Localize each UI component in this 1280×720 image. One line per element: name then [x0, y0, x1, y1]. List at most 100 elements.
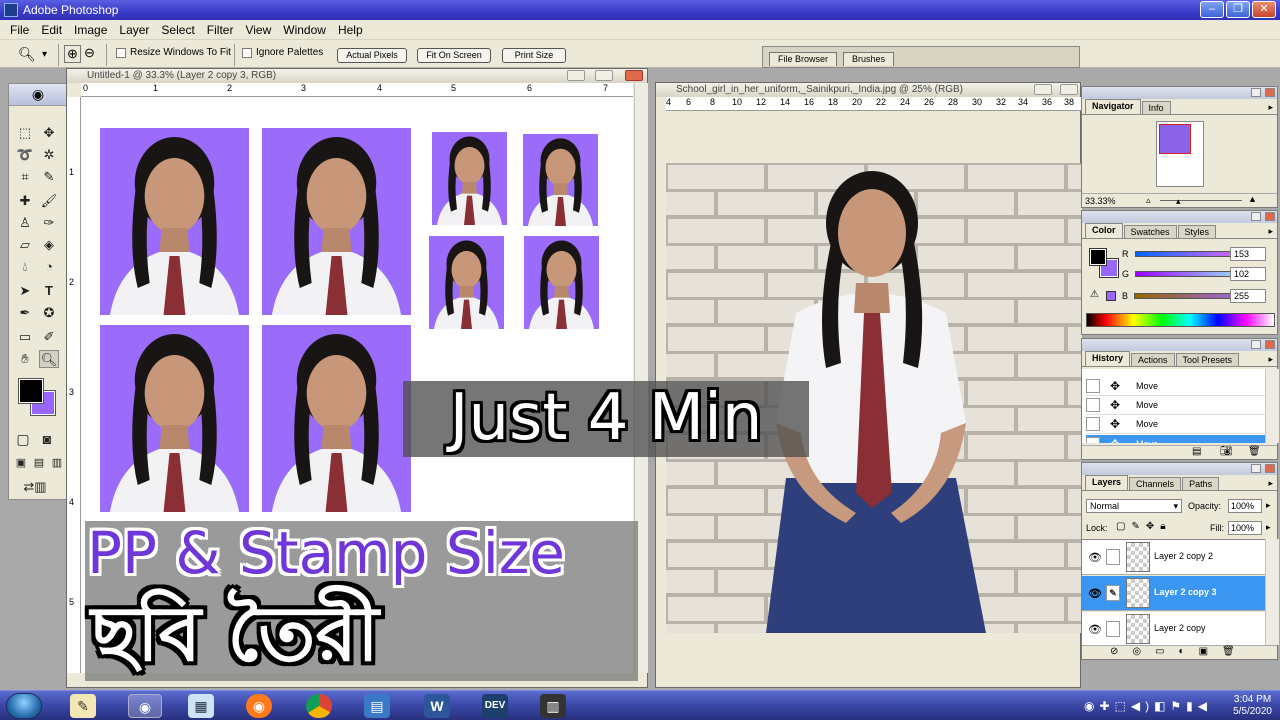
move-icon[interactable]: ✥: [39, 124, 59, 142]
menu-filter[interactable]: Filter: [201, 23, 240, 37]
eyedropper-icon[interactable]: ✐: [39, 328, 59, 346]
new-snapshot-icon[interactable]: 📷︎: [1220, 446, 1233, 457]
blur-icon[interactable]: 💧︎: [15, 258, 35, 276]
control-panel-icon[interactable]: ▤: [364, 694, 390, 718]
file-browser-tab[interactable]: File Browser: [769, 52, 838, 66]
screen-mode-standard-icon[interactable]: ▣: [11, 454, 31, 472]
doc1-maximize-button[interactable]: [595, 70, 613, 81]
history-item[interactable]: ✥ Move: [1086, 377, 1265, 396]
color-foreground-swatch[interactable]: [1089, 248, 1107, 266]
panel-menu-icon[interactable]: ▸: [1268, 478, 1273, 489]
eye-icon[interactable]: 👁︎: [1088, 551, 1102, 564]
doc1-minimize-button[interactable]: [567, 70, 585, 81]
tab-history[interactable]: History: [1085, 351, 1131, 366]
history-item[interactable]: ✥ Move: [1086, 415, 1265, 434]
web-safe-swatch[interactable]: [1106, 291, 1116, 301]
opacity-input[interactable]: 100%: [1228, 499, 1262, 513]
layer-row[interactable]: 👁︎ Layer 2 copy 2: [1082, 540, 1265, 575]
navigator-zoom-slider[interactable]: [1160, 200, 1242, 201]
panel-minimize-button[interactable]: [1251, 464, 1261, 473]
lasso-icon[interactable]: ➰: [15, 146, 35, 164]
system-tray-icons[interactable]: ◉✚⬚◀)◧⚑▮◀: [1084, 699, 1212, 713]
tab-layers[interactable]: Layers: [1085, 475, 1129, 490]
tab-swatches[interactable]: Swatches: [1123, 225, 1177, 238]
value-b[interactable]: 255: [1230, 289, 1266, 303]
gamut-warning-icon[interactable]: ⚠: [1090, 289, 1099, 300]
clock[interactable]: 3:04 PM 5/5/2020: [1233, 694, 1272, 718]
history-brush-icon[interactable]: ✑: [39, 214, 59, 232]
panel-menu-icon[interactable]: ▸: [1268, 102, 1273, 113]
brushes-tab[interactable]: Brushes: [843, 52, 895, 66]
history-item[interactable]: ✥ Move: [1086, 396, 1265, 415]
magic-wand-icon[interactable]: ✲: [39, 146, 59, 164]
new-document-from-state-icon[interactable]: ▤: [1192, 446, 1201, 457]
color-spectrum-ramp[interactable]: [1086, 313, 1275, 327]
value-r[interactable]: 153: [1230, 247, 1266, 261]
calculator-icon[interactable]: ▦: [188, 694, 214, 718]
doc1-close-button[interactable]: [625, 70, 643, 81]
menu-select[interactable]: Select: [155, 23, 200, 37]
zoom-out-icon[interactable]: ⊖: [84, 45, 95, 61]
jump-to-imageready-icon[interactable]: ⇄▥: [15, 478, 55, 496]
tab-paths[interactable]: Paths: [1182, 477, 1220, 490]
navigator-zoom-slider-thumb-icon[interactable]: ▴: [1176, 196, 1181, 207]
lock-icons[interactable]: ▢✎✥🔒︎: [1116, 521, 1172, 532]
panel-minimize-button[interactable]: [1251, 340, 1261, 349]
devcpp-icon[interactable]: DEV: [482, 694, 508, 718]
menu-help[interactable]: Help: [332, 23, 369, 37]
actual-pixels-button[interactable]: Actual Pixels: [337, 48, 407, 63]
tab-tool-presets[interactable]: Tool Presets: [1175, 353, 1240, 366]
layers-scrollbar[interactable]: [1265, 539, 1279, 645]
tab-navigator[interactable]: Navigator: [1085, 99, 1141, 114]
panel-close-button[interactable]: [1265, 340, 1275, 349]
notepad-icon[interactable]: ✎: [70, 694, 96, 718]
link-toggle[interactable]: [1106, 621, 1120, 637]
zoom-in-small-icon[interactable]: ▲: [1248, 194, 1257, 204]
menu-window[interactable]: Window: [277, 23, 332, 37]
menu-edit[interactable]: Edit: [35, 23, 68, 37]
maximize-button[interactable]: ❐: [1226, 1, 1250, 18]
shape-icon[interactable]: ✪: [39, 304, 59, 322]
menu-layer[interactable]: Layer: [113, 23, 155, 37]
quick-mask-icon[interactable]: ◙: [37, 430, 57, 448]
close-button[interactable]: ✕: [1252, 1, 1276, 18]
eraser-icon[interactable]: ▱: [15, 236, 35, 254]
brush-icon[interactable]: ✎: [1106, 585, 1120, 601]
tab-color[interactable]: Color: [1085, 223, 1123, 238]
ignore-palettes-checkbox[interactable]: Ignore Palettes: [242, 47, 323, 58]
layer-row-selected[interactable]: 👁︎ ✎ Layer 2 copy 3: [1082, 576, 1265, 611]
doc2-maximize-button[interactable]: [1060, 84, 1078, 95]
standard-mode-icon[interactable]: ▢: [13, 430, 33, 448]
panel-menu-icon[interactable]: ▸: [1268, 354, 1273, 365]
path-selection-icon[interactable]: ➤: [15, 282, 35, 300]
value-g[interactable]: 102: [1230, 267, 1266, 281]
panel-menu-icon[interactable]: ▸: [1268, 226, 1273, 237]
screen-mode-full-menu-icon[interactable]: ▤: [29, 454, 49, 472]
tool-preset-dropdown-icon[interactable]: ▾: [42, 49, 47, 60]
panel-close-button[interactable]: [1265, 464, 1275, 473]
panel-minimize-button[interactable]: [1251, 88, 1261, 97]
fill-arrow-icon[interactable]: ▸: [1266, 522, 1271, 533]
link-toggle[interactable]: [1106, 549, 1120, 565]
history-item-selected[interactable]: ✥ Move: [1086, 435, 1265, 443]
print-size-button[interactable]: Print Size: [502, 48, 566, 63]
menu-image[interactable]: Image: [68, 23, 113, 37]
chrome-icon[interactable]: [306, 694, 332, 718]
photoshop-taskbar-icon[interactable]: ◉: [128, 694, 162, 718]
type-icon[interactable]: T: [39, 282, 59, 300]
tab-info[interactable]: Info: [1141, 101, 1171, 114]
fill-input[interactable]: 100%: [1228, 521, 1262, 535]
fit-on-screen-button[interactable]: Fit On Screen: [417, 48, 491, 63]
tab-actions[interactable]: Actions: [1131, 353, 1175, 366]
start-button[interactable]: [6, 693, 42, 719]
tab-channels[interactable]: Channels: [1129, 477, 1182, 490]
resize-windows-checkbox[interactable]: Resize Windows To Fit: [116, 47, 231, 58]
foreground-color-swatch[interactable]: [18, 378, 44, 404]
minimize-button[interactable]: –: [1200, 1, 1224, 18]
navigator-zoom-value[interactable]: 33.33%: [1085, 196, 1116, 206]
healing-brush-icon[interactable]: ✚: [15, 192, 35, 210]
marquee-icon[interactable]: ⬚: [15, 124, 35, 142]
delete-state-icon[interactable]: 🗑︎: [1248, 446, 1261, 457]
paint-bucket-icon[interactable]: ◈: [39, 236, 59, 254]
zoom-tool-icon[interactable]: 🔍︎: [18, 46, 36, 63]
